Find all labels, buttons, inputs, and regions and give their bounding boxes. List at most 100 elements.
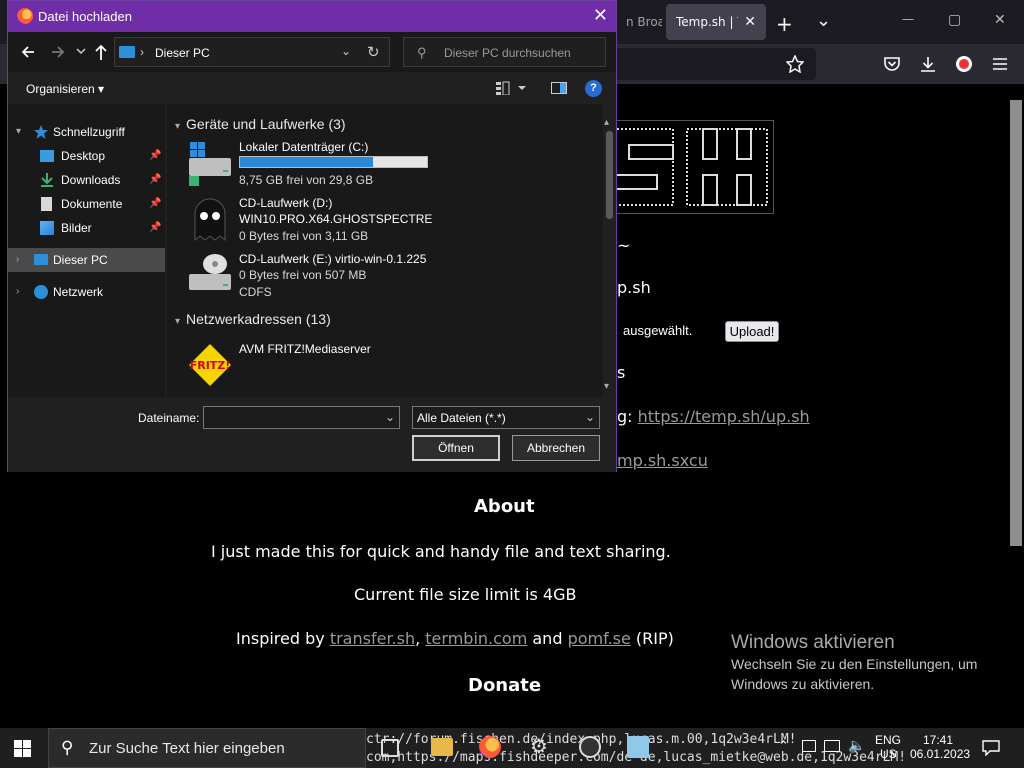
settings-gear-icon[interactable]: ⚙ [530,734,552,758]
organize-button[interactable]: Organisieren ▾ [26,82,104,96]
chevron-down-icon[interactable]: ⌄ [585,410,595,424]
group-network[interactable]: ▾ Netzwerkadressen (13) [175,311,331,327]
group-label: Geräte und Laufwerke (3) [186,116,346,132]
preview-pane-icon[interactable] [551,82,567,94]
activation-line: Wechseln Sie zu den Einstellungen, um [731,656,978,672]
about-text: I just made this for quick and handy fil… [211,542,671,561]
volume-muted-icon[interactable]: 🔈 [848,737,865,754]
upload-button[interactable]: Upload! [725,321,779,342]
file-explorer-icon[interactable] [431,738,453,756]
file-list-scrollbar[interactable]: ▴ ▾ [603,117,616,397]
language-indicator[interactable]: ENG US [875,733,901,761]
nav-label: Dieser PC [53,253,108,267]
pin-icon[interactable]: 📌 [149,216,161,240]
chevron-down-icon[interactable]: ▾ [16,120,21,144]
drive-item-d[interactable]: CD-Laufwerk (D:) WIN10.PRO.X64.GHOSTSPEC… [187,196,603,246]
firefox-icon [17,8,33,24]
firefox-taskbar-icon[interactable] [479,736,501,758]
nav-desktop[interactable]: Desktop 📌 [8,144,165,168]
dialog-close-button[interactable]: ✕ [593,5,608,26]
chevron-down-icon[interactable]: ⌄ [385,410,395,424]
clock[interactable]: 17:41 06.01.2023 [910,733,970,761]
page-scrollbar-thumb[interactable] [1010,100,1022,546]
group-devices[interactable]: ▾ Geräte und Laufwerke (3) [175,116,346,132]
chevron-down-icon[interactable]: ⌄ [341,44,351,58]
svg-text:FRITZ!: FRITZ! [190,359,231,372]
filename-input[interactable]: ⌄ [203,406,400,429]
taskbar-search-box[interactable]: ⚲ Zur Suche Text hier eingeben [48,728,366,768]
nav-pictures[interactable]: Bilder 📌 [8,216,165,240]
page-text: , [415,629,426,648]
maximize-button[interactable]: ▢ [948,12,961,28]
bookmark-star-icon[interactable] [786,55,804,73]
page-text: and [527,629,568,648]
downloads-icon[interactable] [919,55,937,73]
obs-icon[interactable] [579,736,601,758]
pin-icon[interactable]: 📌 [149,168,161,192]
scroll-up-icon[interactable]: ▴ [604,117,609,128]
tab-temp-sh[interactable]: Temp.sh | Te ✕ [666,4,766,40]
donate-heading: Donate [468,675,542,696]
address-bar[interactable]: › Dieser PC ⌄ ↻ [114,37,390,67]
nav-this-pc[interactable]: › Dieser PC [8,248,165,272]
minimize-button[interactable]: — [902,12,914,26]
dialog-title: Datei hochladen [38,9,132,24]
nav-label: Downloads [61,173,121,187]
scrollbar-thumb[interactable] [606,131,613,219]
tab-background[interactable]: n Broa [616,4,662,40]
drive-label: WIN10.PRO.X64.GHOSTSPECTRE [239,212,433,226]
new-tab-button[interactable]: + [776,12,793,36]
extension-icon[interactable] [956,56,972,72]
forward-arrow-icon[interactable] [50,44,66,60]
tab-label: Temp.sh | Te [676,15,738,29]
drive-item-c[interactable]: Lokaler Datenträger (C:) 8,75 GB frei vo… [187,140,603,190]
chevron-right-icon[interactable]: › [16,248,19,272]
chevron-right-icon[interactable]: › [16,280,19,304]
back-arrow-icon[interactable] [20,44,36,60]
drive-item-e[interactable]: CD-Laufwerk (E:) virtio-win-0.1.225 0 By… [187,252,603,302]
menu-icon[interactable] [992,57,1008,71]
nav-label: Bilder [61,221,92,235]
drive-name: Lokaler Datenträger (C:) [239,140,369,154]
drive-usage-fill [240,157,373,167]
recent-locations-icon[interactable] [76,46,86,56]
nav-documents[interactable]: Dokumente 📌 [8,192,165,216]
pomf-link[interactable]: pomf.se [568,629,631,648]
view-options-icon[interactable] [495,81,527,95]
refresh-icon[interactable]: ↻ [367,43,380,61]
tray-device-icon[interactable] [802,740,816,752]
transfer-sh-link[interactable]: transfer.sh [330,629,415,648]
tab-list-button[interactable]: ⌄ [816,10,831,31]
pin-icon[interactable]: 📌 [149,192,161,216]
desktop-icon [40,150,54,162]
tab-close-icon[interactable]: ✕ [744,14,756,30]
network-item-fritz[interactable]: FRITZ! AVM FRITZ!Mediaserver [187,342,603,386]
dialog-search-input[interactable]: ⚲ Dieser PC durchsuchen [403,37,606,67]
nav-downloads[interactable]: Downloads 📌 [8,168,165,192]
tray-chevron-up-icon[interactable]: ⌃ [778,738,789,754]
cancel-button[interactable]: Abbrechen [512,435,600,461]
sxcu-link[interactable]: mp.sh.sxcu [617,451,708,470]
drive-name: CD-Laufwerk (D:) [239,196,333,210]
nav-network[interactable]: › Netzwerk [8,280,165,304]
windows-start-icon[interactable] [14,740,32,758]
page-text: ~ [617,236,631,255]
up-arrow-icon[interactable] [94,43,108,61]
scroll-down-icon[interactable]: ▾ [604,381,609,392]
close-window-button[interactable]: ✕ [994,12,1006,28]
up-sh-link[interactable]: https://temp.sh/up.sh [638,407,810,426]
help-icon[interactable]: ? [585,80,602,97]
file-type-select[interactable]: Alle Dateien (*.*) ⌄ [412,406,600,429]
open-button[interactable]: Öffnen [412,435,500,461]
search-placeholder: Dieser PC durchsuchen [444,46,571,60]
notifications-icon[interactable] [982,740,1000,756]
pin-icon[interactable]: 📌 [149,144,161,168]
network-tray-icon[interactable] [824,740,840,752]
pocket-icon[interactable] [883,56,901,72]
nav-quick-access[interactable]: ▾ Schnellzugriff [8,120,165,144]
page-text: s [617,363,626,382]
termbin-link[interactable]: termbin.com [425,629,527,648]
pictures-icon [40,221,54,235]
app-icon[interactable] [627,736,649,758]
task-view-icon[interactable] [381,739,399,757]
